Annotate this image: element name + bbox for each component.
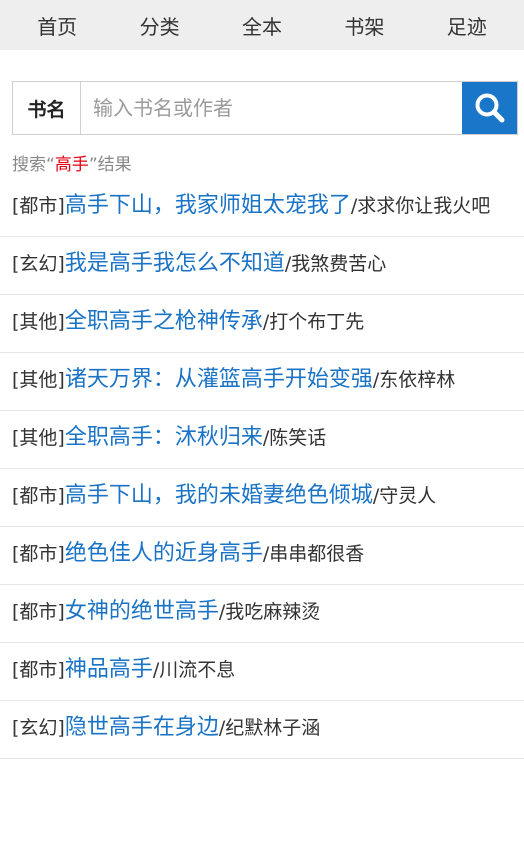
book-category: [都市] bbox=[12, 485, 65, 507]
list-item[interactable]: [都市]高手下山，我家师姐太宠我了/求求你让我火吧 bbox=[0, 179, 524, 237]
list-item[interactable]: [都市]神品高手/川流不息 bbox=[0, 643, 524, 701]
book-author: /我煞费苦心 bbox=[284, 253, 387, 275]
list-item[interactable]: [都市]绝色佳人的近身高手/串串都很香 bbox=[0, 527, 524, 585]
book-category: [玄幻] bbox=[12, 717, 65, 739]
result-keyword: 高手 bbox=[54, 155, 89, 175]
book-title-link[interactable]: 神品高手 bbox=[65, 657, 153, 682]
nav-history[interactable]: 足迹 bbox=[447, 11, 487, 40]
book-title-link[interactable]: 我是高手我怎么不知道 bbox=[65, 251, 285, 276]
search-type-label[interactable]: 书名 bbox=[13, 82, 81, 134]
list-item[interactable]: [其他]全职高手：沐秋归来/陈笑话 bbox=[0, 411, 524, 469]
book-author: /守灵人 bbox=[372, 485, 437, 507]
book-author: /求求你让我火吧 bbox=[350, 195, 491, 217]
list-item[interactable]: [其他]诸天万界：从灌篮高手开始变强/东依梓林 bbox=[0, 353, 524, 411]
book-category: [其他] bbox=[12, 311, 65, 333]
book-title-link[interactable]: 隐世高手在身边 bbox=[65, 715, 219, 740]
book-title-link[interactable]: 全职高手：沐秋归来 bbox=[65, 425, 263, 450]
list-item[interactable]: [玄幻]我是高手我怎么不知道/我煞费苦心 bbox=[0, 237, 524, 295]
search-button[interactable] bbox=[462, 82, 517, 134]
result-suffix: ”结果 bbox=[88, 155, 132, 175]
nav-home[interactable]: 首页 bbox=[37, 11, 77, 40]
nav-complete[interactable]: 全本 bbox=[242, 11, 282, 40]
book-author: /打个布丁先 bbox=[262, 311, 365, 333]
book-category: [都市] bbox=[12, 659, 65, 681]
result-prefix: 搜索“ bbox=[12, 155, 55, 175]
list-item[interactable]: [都市]女神的绝世高手/我吃麻辣烫 bbox=[0, 585, 524, 643]
book-title-link[interactable]: 绝色佳人的近身高手 bbox=[65, 541, 263, 566]
book-title-link[interactable]: 高手下山，我家师姐太宠我了 bbox=[65, 193, 351, 218]
book-author: /陈笑话 bbox=[262, 427, 327, 449]
search-result-title: 搜索“高手”结果 bbox=[12, 151, 524, 179]
list-item[interactable]: [其他]全职高手之枪神传承/打个布丁先 bbox=[0, 295, 524, 353]
search-bar: 书名 bbox=[12, 81, 518, 135]
result-list: [都市]高手下山，我家师姐太宠我了/求求你让我火吧 [玄幻]我是高手我怎么不知道/… bbox=[0, 179, 524, 759]
book-category: [玄幻] bbox=[12, 253, 65, 275]
book-category: [都市] bbox=[12, 543, 65, 565]
book-author: /串串都很香 bbox=[262, 543, 365, 565]
nav-bookshelf[interactable]: 书架 bbox=[344, 11, 384, 40]
list-item[interactable]: [都市]高手下山，我的未婚妻绝色倾城/守灵人 bbox=[0, 469, 524, 527]
book-title-link[interactable]: 女神的绝世高手 bbox=[65, 599, 219, 624]
book-category: [都市] bbox=[12, 601, 65, 623]
book-author: /东依梓林 bbox=[372, 369, 456, 391]
book-category: [都市] bbox=[12, 195, 65, 217]
search-icon bbox=[475, 93, 504, 123]
book-title-link[interactable]: 高手下山，我的未婚妻绝色倾城 bbox=[65, 483, 373, 508]
book-category: [其他] bbox=[12, 427, 65, 449]
book-author: /川流不息 bbox=[152, 659, 236, 681]
book-author: /我吃麻辣烫 bbox=[218, 601, 321, 623]
nav-category[interactable]: 分类 bbox=[140, 11, 180, 40]
book-category: [其他] bbox=[12, 369, 65, 391]
search-input[interactable] bbox=[81, 82, 462, 134]
top-nav: 首页 分类 全本 书架 足迹 bbox=[0, 0, 524, 50]
book-author: /纪默林子涵 bbox=[218, 717, 321, 739]
book-title-link[interactable]: 诸天万界：从灌篮高手开始变强 bbox=[65, 367, 373, 392]
book-title-link[interactable]: 全职高手之枪神传承 bbox=[65, 309, 263, 334]
list-item[interactable]: [玄幻]隐世高手在身边/纪默林子涵 bbox=[0, 701, 524, 759]
